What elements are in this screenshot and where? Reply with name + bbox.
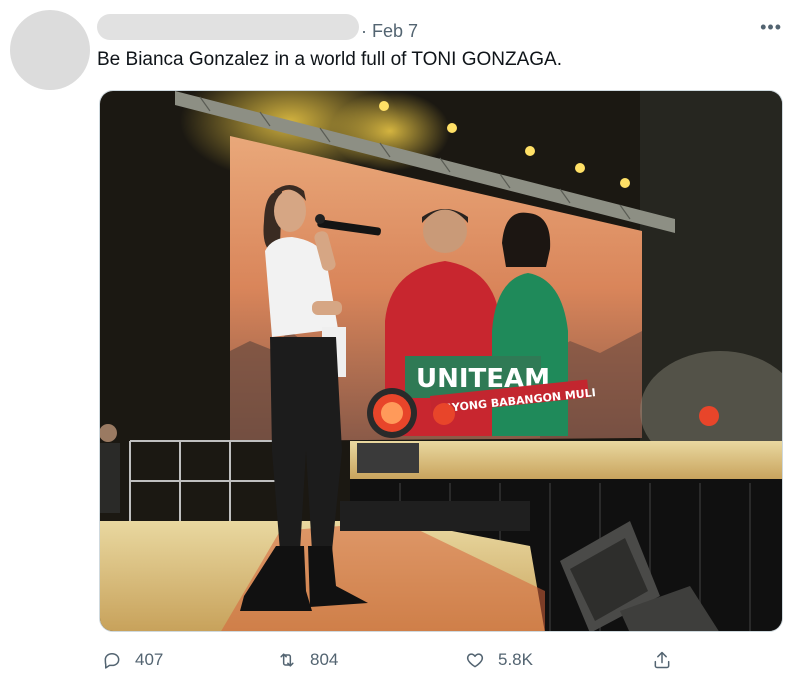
- tweet-actions: 407 804 5.8K: [0, 650, 800, 680]
- like-button[interactable]: 5.8K: [465, 650, 533, 670]
- avatar[interactable]: [10, 10, 90, 90]
- reply-icon: [104, 653, 120, 669]
- like-icon: [466, 653, 484, 668]
- reply-count: 407: [135, 650, 164, 669]
- more-icon[interactable]: •••: [760, 18, 782, 36]
- retweet-count: 804: [310, 650, 339, 669]
- share-button[interactable]: [652, 650, 672, 670]
- redacted-username[interactable]: [97, 14, 359, 40]
- tweet-text: Be Bianca Gonzalez in a world full of TO…: [97, 49, 562, 70]
- reply-button[interactable]: 407: [102, 650, 163, 670]
- like-count: 5.8K: [498, 650, 533, 669]
- tweet-date[interactable]: · Feb 7: [361, 21, 418, 42]
- stage-photo: UNITEAM AYONG BABANGON MULI: [100, 91, 782, 631]
- retweet-icon: [280, 653, 294, 667]
- share-icon: [654, 651, 670, 669]
- retweet-button[interactable]: 804: [277, 650, 338, 670]
- tweet-photo[interactable]: UNITEAM AYONG BABANGON MULI: [99, 90, 783, 632]
